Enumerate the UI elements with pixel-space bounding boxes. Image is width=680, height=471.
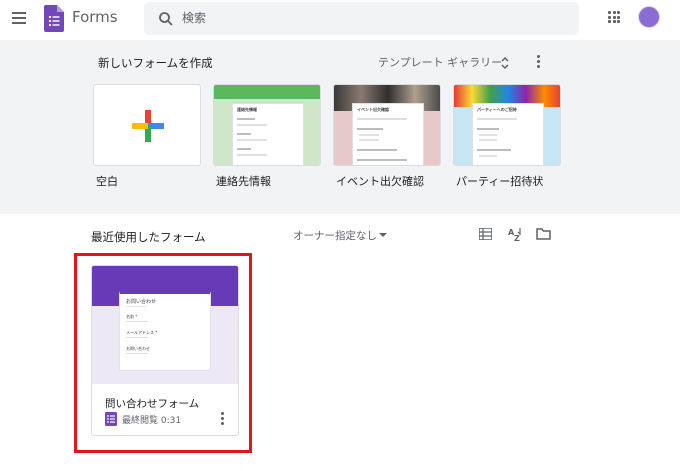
folder-icon[interactable]	[536, 228, 551, 240]
form-preview-title: お問い合わせ	[126, 299, 157, 305]
template-preview-title: パーティーへのご招待	[477, 107, 517, 112]
template-blank[interactable]	[93, 84, 201, 166]
form-name: 問い合わせフォーム	[105, 398, 200, 410]
plus-icon	[132, 110, 164, 142]
template-preview-title: 連絡先情報	[237, 107, 257, 112]
owner-filter-dropdown[interactable]: オーナー指定なし	[293, 228, 377, 243]
app-title: Forms	[72, 8, 118, 26]
apps-grid-icon[interactable]	[608, 11, 620, 23]
template-party-invite[interactable]: パーティーへのご招待	[453, 84, 561, 166]
template-label-blank: 空白	[96, 175, 118, 188]
template-gallery-button[interactable]: テンプレート ギャラリー	[378, 54, 502, 70]
menu-icon[interactable]	[12, 12, 26, 24]
search-bar[interactable]	[144, 2, 579, 35]
template-label-event-rsvp: イベント出欠確認	[336, 175, 424, 188]
list-view-icon[interactable]	[479, 228, 492, 240]
form-thumbnail-paper: お問い合わせ 名前 * メールアドレス * お問い合わせ	[119, 291, 211, 371]
form-preview-field: 名前 *	[126, 314, 138, 319]
form-icon	[105, 412, 117, 426]
more-vert-icon[interactable]	[220, 412, 226, 426]
template-contact-info[interactable]: 連絡先情報	[213, 84, 321, 166]
template-preview-title: イベント出欠確認	[357, 107, 389, 112]
template-preview: パーティーへのご招待	[472, 103, 544, 165]
sort-az-icon[interactable]: A Z	[507, 226, 523, 242]
search-input[interactable]	[182, 8, 562, 28]
template-label-contact-info: 連絡先情報	[216, 175, 271, 188]
form-thumbnail: お問い合わせ 名前 * メールアドレス * お問い合わせ	[92, 266, 238, 384]
form-preview-field: お問い合わせ	[126, 346, 150, 351]
svg-text:Z: Z	[514, 234, 520, 242]
form-last-viewed: 最終閲覧 0:31	[122, 416, 182, 426]
recent-forms-title: 最近使用したフォーム	[91, 230, 206, 244]
template-label-party-invite: パーティー招待状	[456, 175, 544, 188]
search-icon[interactable]	[158, 11, 174, 27]
unfold-icon[interactable]	[500, 56, 510, 70]
form-card[interactable]: お問い合わせ 名前 * メールアドレス * お問い合わせ 問い合わせフォーム 最…	[91, 265, 239, 436]
template-header	[214, 85, 320, 99]
form-preview-field: メールアドレス *	[126, 330, 158, 335]
template-preview: 連絡先情報	[232, 103, 304, 165]
chevron-down-icon[interactable]	[379, 233, 387, 237]
top-bar: Forms	[0, 0, 680, 38]
more-vert-icon[interactable]	[536, 55, 542, 69]
template-preview: イベント出欠確認	[352, 103, 424, 165]
forms-logo-icon[interactable]	[44, 5, 64, 32]
template-event-rsvp[interactable]: イベント出欠確認	[333, 84, 441, 166]
avatar[interactable]	[638, 6, 660, 28]
create-section-title: 新しいフォームを作成	[98, 56, 213, 70]
